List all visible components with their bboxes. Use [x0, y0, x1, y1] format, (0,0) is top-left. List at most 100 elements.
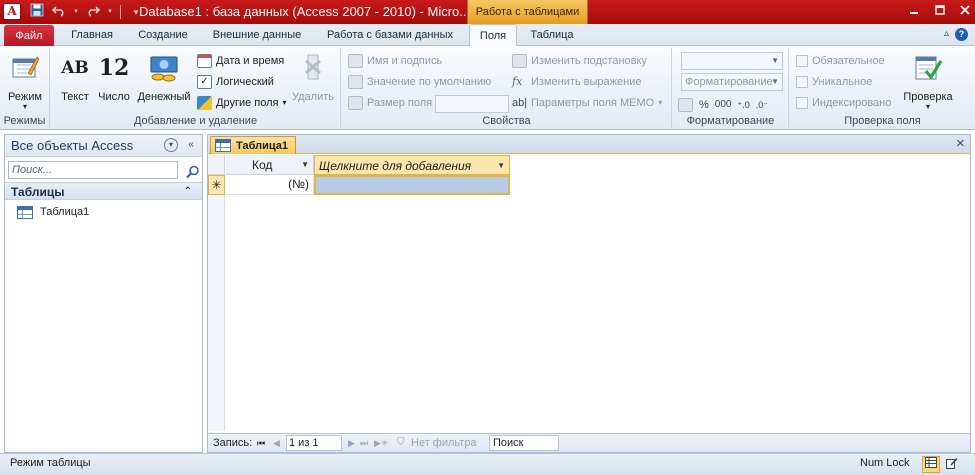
undo-dropdown-icon[interactable]: ▾: [72, 3, 80, 21]
group-properties: Имя и подпись Значение по умолчанию Разм…: [342, 48, 672, 128]
memo-params-dropdown-icon: ▾: [658, 98, 663, 107]
name-caption-button[interactable]: Имя и подпись: [348, 52, 442, 70]
close-document-icon[interactable]: ✕: [956, 137, 965, 150]
decrease-decimals-icon[interactable]: .0⁻: [756, 96, 768, 114]
field-size-input[interactable]: [435, 95, 509, 113]
add-field-dropdown-icon[interactable]: ▼: [497, 156, 505, 176]
redo-dropdown-icon[interactable]: ▾: [106, 3, 114, 21]
data-type-dropdown-icon: ▼: [771, 56, 779, 65]
cell-add-new[interactable]: [314, 175, 510, 195]
field-size-label-wrap: Размер поля: [348, 94, 432, 112]
indexed-label: Индексировано: [812, 97, 892, 109]
group-formatting: ▼ Форматирование ▼ % 000 ⁺.0 .0⁻ Формати…: [673, 48, 789, 128]
group-label-validation: Проверка поля: [844, 115, 921, 127]
field-size-icon: [348, 96, 363, 110]
save-icon[interactable]: [28, 3, 46, 21]
format-combo-label: Форматирование: [685, 76, 773, 88]
tab-create[interactable]: Создание: [132, 24, 194, 46]
default-value-button[interactable]: Значение по умолчанию: [348, 73, 491, 91]
unique-label: Уникальное: [812, 76, 873, 88]
last-record-icon[interactable]: ⏭: [360, 434, 368, 452]
select-all-corner[interactable]: [208, 155, 225, 175]
tab-file[interactable]: Файл: [4, 25, 54, 46]
close-icon[interactable]: [951, 2, 975, 21]
nav-section-label: Таблицы: [11, 185, 65, 199]
nav-section-tables[interactable]: Таблицы ⌃: [5, 182, 202, 200]
currency-format-icon[interactable]: [678, 98, 693, 112]
quick-access-toolbar: ▾ ▾ ▾: [28, 3, 145, 21]
nav-pane-menu-icon[interactable]: ▾: [164, 138, 178, 152]
format-buttons-row: % 000 ⁺.0 .0⁻: [678, 96, 768, 114]
unique-checkbox-box[interactable]: [796, 76, 808, 88]
group-add-delete: AB Текст 12 Число Денежный Дата и время: [51, 48, 341, 128]
datetime-button[interactable]: Дата и время: [197, 52, 284, 70]
tab-external-data[interactable]: Внешние данные: [207, 24, 307, 46]
delete-field-button[interactable]: Удалить: [291, 52, 335, 103]
name-caption-label: Имя и подпись: [367, 55, 443, 67]
search-icon[interactable]: [186, 165, 200, 179]
maximize-icon[interactable]: [926, 2, 953, 21]
logical-button[interactable]: ✓ Логический: [197, 73, 274, 91]
group-label-add-delete: Добавление и удаление: [133, 115, 258, 127]
section-collapse-icon[interactable]: ⌃: [184, 183, 192, 201]
change-lookup-button[interactable]: Изменить подстановку: [512, 52, 647, 70]
mode-button[interactable]: Режим ▾: [6, 52, 44, 111]
lookup-icon: [512, 54, 527, 68]
tab-fields[interactable]: Поля: [469, 24, 517, 47]
design-view-icon[interactable]: [943, 456, 961, 473]
new-record-icon[interactable]: ▶✳: [374, 434, 388, 452]
tab-home[interactable]: Главная: [66, 24, 118, 46]
indexed-checkbox[interactable]: Индексировано: [796, 94, 891, 112]
memo-params-button[interactable]: ab| Параметры поля MEMO ▾: [512, 94, 662, 112]
delete-label: Удалить: [292, 91, 334, 103]
ribbon-collapse-icon[interactable]: ▵: [944, 28, 949, 39]
default-value-icon: [348, 75, 363, 89]
help-icon[interactable]: ?: [955, 28, 968, 41]
record-position-input[interactable]: 1 из 1: [286, 435, 342, 451]
validation-button[interactable]: Проверка ▾: [900, 52, 956, 111]
table-icon: [17, 205, 33, 219]
increase-decimals-icon[interactable]: ⁺.0: [737, 96, 749, 114]
tab-database-tools[interactable]: Работа с базами данных: [322, 24, 458, 46]
nav-pane-collapse-icon[interactable]: «: [184, 138, 198, 152]
redo-icon[interactable]: [84, 3, 102, 21]
datasheet-view-icon[interactable]: [922, 456, 940, 473]
column-sort-dropdown-icon[interactable]: ▼: [301, 155, 309, 175]
indexed-checkbox-box[interactable]: [796, 97, 808, 109]
status-num-lock: Num Lock: [860, 457, 910, 469]
column-header-id[interactable]: Код ▼: [226, 155, 314, 175]
tab-table[interactable]: Таблица: [523, 24, 581, 46]
ribbon: Режим ▾ Режимы AB Текст 12 Число Денежны…: [0, 46, 975, 130]
nav-search-input[interactable]: Поиск...: [8, 161, 178, 179]
required-checkbox[interactable]: Обязательное: [796, 52, 885, 70]
add-currency-field-button[interactable]: Денежный: [135, 52, 193, 103]
document-tab-table1[interactable]: Таблица1: [210, 136, 296, 154]
data-type-combo[interactable]: ▼: [681, 52, 783, 70]
previous-record-icon[interactable]: ◀: [273, 434, 280, 452]
number-label: Число: [98, 91, 130, 103]
minimize-icon[interactable]: [900, 2, 927, 21]
thousands-format-button[interactable]: 000: [715, 96, 732, 114]
undo-icon[interactable]: [50, 3, 68, 21]
column-header-add[interactable]: Щелкните для добавления ▼: [314, 155, 510, 175]
filter-status-button[interactable]: Нет фильтра: [411, 434, 477, 452]
more-fields-icon: [197, 96, 212, 110]
add-text-field-button[interactable]: AB Текст: [59, 52, 91, 103]
percent-format-button[interactable]: %: [699, 96, 709, 114]
add-number-field-button[interactable]: 12 Число: [96, 52, 132, 103]
next-record-icon[interactable]: ▶: [348, 434, 355, 452]
status-bar: Режим таблицы Num Lock: [0, 453, 975, 475]
more-fields-button[interactable]: Другие поля ▾: [197, 94, 287, 112]
access-app-icon[interactable]: A: [3, 3, 21, 20]
unique-checkbox[interactable]: Уникальное: [796, 73, 872, 91]
cell-id-new[interactable]: (№): [226, 175, 314, 195]
change-expression-button[interactable]: fx Изменить выражение: [512, 73, 641, 91]
new-record-selector[interactable]: ✳: [208, 175, 225, 195]
first-record-icon[interactable]: ⏮: [257, 434, 265, 452]
nav-search-wrap: Поиск...: [5, 161, 199, 179]
nav-pane-header[interactable]: Все объекты Access ▾ «: [5, 135, 202, 157]
record-search-input[interactable]: Поиск: [489, 435, 559, 451]
format-combo[interactable]: Форматирование ▼: [681, 73, 783, 91]
required-checkbox-box[interactable]: [796, 55, 808, 67]
nav-item-table1[interactable]: Таблица1: [5, 202, 202, 222]
